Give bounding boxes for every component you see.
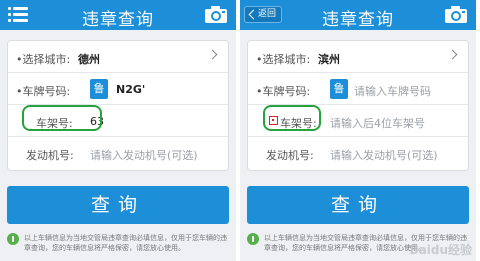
province-selector[interactable]: 鲁 bbox=[90, 79, 108, 99]
left-screen: 违章查询 •选择城市: 德州 •车牌号码: 鲁 N2G' 车架号: 63 发动机… bbox=[0, 0, 236, 261]
query-button[interactable]: 查询 bbox=[247, 186, 469, 224]
city-row[interactable]: •选择城市: 德州 bbox=[8, 41, 228, 73]
engine-label: 发动机号: bbox=[26, 149, 74, 162]
page-title: 违章查询 bbox=[322, 10, 394, 30]
city-label: •选择城市: bbox=[16, 53, 71, 66]
engine-label: 发动机号: bbox=[266, 149, 314, 162]
camera-icon[interactable] bbox=[444, 5, 468, 24]
page-title: 违章查询 bbox=[82, 10, 154, 30]
engine-input[interactable]: 请输入发动机号(可选) bbox=[330, 147, 438, 163]
city-row[interactable]: •选择城市: 滨州 bbox=[248, 41, 468, 73]
plate-row: •车牌号码: 鲁 请输入车牌号码 bbox=[248, 73, 468, 105]
info-icon bbox=[247, 233, 259, 245]
info-icon bbox=[7, 233, 19, 245]
province-selector[interactable]: 鲁 bbox=[330, 79, 348, 99]
engine-row: 发动机号: 请输入发动机号(可选) bbox=[8, 137, 228, 169]
camera-icon[interactable] bbox=[204, 5, 228, 24]
engine-row: 发动机号: 请输入发动机号(可选) bbox=[248, 137, 468, 169]
city-value: 德州 bbox=[78, 53, 100, 66]
frame-highlight bbox=[263, 105, 321, 131]
frame-highlight bbox=[22, 105, 102, 131]
city-value: 滨州 bbox=[318, 53, 340, 66]
chevron-right-icon bbox=[447, 49, 458, 60]
right-screen: 返回 违章查询 •选择城市: 滨州 •车牌号码: 鲁 请输入车牌号码 车架号: … bbox=[240, 0, 476, 261]
watermark: Baidu经验 bbox=[409, 243, 473, 257]
chevron-right-icon bbox=[207, 49, 218, 60]
top-bar: 返回 违章查询 bbox=[240, 0, 476, 30]
plate-input[interactable]: N2G' bbox=[116, 83, 145, 96]
city-label: •选择城市: bbox=[256, 53, 311, 66]
frame-input[interactable]: 请输入后4位车架号 bbox=[330, 115, 425, 131]
plate-input[interactable]: 请输入车牌号码 bbox=[354, 83, 431, 99]
engine-input[interactable]: 请输入发动机号(可选) bbox=[90, 147, 198, 163]
query-button[interactable]: 查询 bbox=[7, 186, 229, 224]
plate-label: •车牌号码: bbox=[16, 85, 71, 98]
top-bar: 违章查询 bbox=[0, 0, 236, 30]
plate-label: •车牌号码: bbox=[256, 85, 311, 98]
plate-row: •车牌号码: 鲁 N2G' bbox=[8, 73, 228, 105]
notice-text: 以上车辆信息为当地交管局违章查询必填信息，仅用于您车辆的违章查询，您的车辆信息将… bbox=[7, 233, 230, 253]
